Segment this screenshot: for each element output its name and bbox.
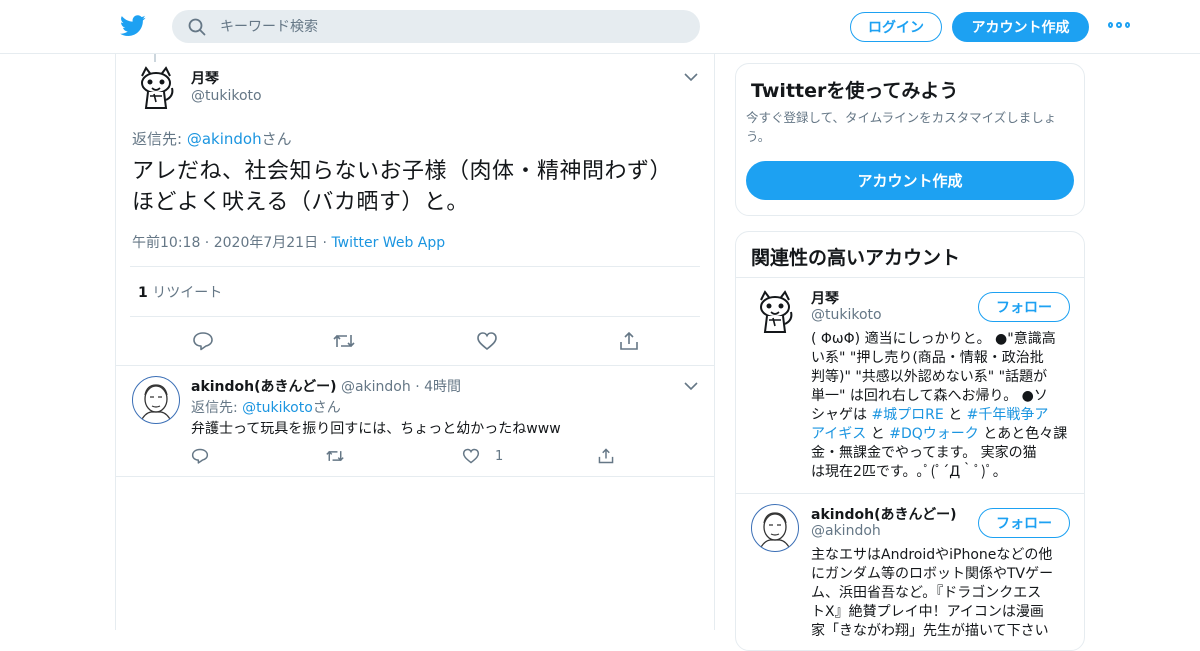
avatar-akindoh[interactable] [132, 376, 180, 424]
signup-card-title: Twitterを使ってみよう [751, 80, 959, 102]
hashtag-link[interactable]: #DQウォーク [889, 426, 979, 442]
login-button[interactable]: ログイン [850, 12, 942, 42]
reply-author-name[interactable]: akindoh(あきんどー) [191, 379, 337, 395]
account-name[interactable]: akindoh(あきんどー) [811, 504, 957, 524]
divider [116, 476, 714, 477]
bio-line: シャゲは #城プロRE と #千年戦争ア [811, 406, 1079, 425]
bio-line: トX』絶賛プレイ中！アイコンは漫画 [811, 604, 1044, 620]
reply-suffix: さん [312, 400, 341, 416]
account-handle[interactable]: @akindoh [811, 523, 881, 539]
like-icon[interactable] [461, 447, 481, 465]
reply-time[interactable]: 4時間 [424, 379, 461, 395]
hashtag-link[interactable]: #城プロRE [871, 407, 943, 423]
reply-icon[interactable] [192, 330, 214, 352]
bio-text: と [870, 426, 885, 442]
chevron-down-icon[interactable] [684, 381, 698, 391]
reply-prefix: 返信先: [132, 130, 187, 148]
account-handle[interactable]: @tukikoto [811, 307, 882, 323]
bio-line: アイギス と #DQウォーク とあと色々課 [811, 425, 1079, 444]
chevron-down-icon[interactable] [684, 72, 698, 82]
face-avatar-icon [140, 384, 172, 422]
bio-line: 金・無課金でやってます。 実家の猫 [811, 445, 1037, 461]
cat-avatar-icon [141, 66, 174, 109]
share-icon[interactable] [597, 447, 615, 465]
top-bar: ログイン アカウント作成 [0, 0, 1200, 54]
bio-line: 単一" は回れ右して森へお帰り。 ●ソ [811, 388, 1048, 404]
hashtag-link[interactable]: アイギス [811, 426, 866, 442]
retweet-icon[interactable] [325, 447, 345, 465]
timeline-column: 月琴 @tukikoto 返信先: @akindohさん アレだね、社会知らない… [115, 54, 715, 630]
reply-prefix: 返信先: [191, 400, 243, 416]
bio-line: い系" "押し売り(商品・情報・政治批 [811, 350, 1044, 366]
like-count: 1 [495, 448, 504, 464]
retweet-label: リツイート [152, 285, 223, 301]
signup-card: Twitterを使ってみよう 今すぐ登録して、タイムラインをカスタマイズしましょ… [735, 63, 1085, 216]
avatar-tukikoto[interactable] [132, 64, 180, 112]
reply-suffix: さん [261, 130, 292, 148]
signup-description-line: 今すぐ登録して、タイムラインをカスタマイズしましょ [746, 110, 1057, 125]
face-avatar-icon [759, 512, 791, 550]
reply-like-action[interactable]: 1 [461, 447, 503, 465]
search-icon [188, 18, 206, 35]
bio-line: にガンダム等のロボット関係やTVゲー [811, 566, 1054, 582]
account-name[interactable]: 月琴 [811, 288, 839, 308]
account-bio: ( ΦωΦ) 適当にしっかりと。 ●"意識高 い系" "押し売り(商品・情報・政… [811, 330, 1079, 482]
signup-button[interactable]: アカウント作成 [952, 12, 1089, 42]
search-input[interactable] [220, 18, 660, 35]
reply-author-handle[interactable]: @akindoh [341, 379, 411, 395]
tweet-date[interactable]: 2020年7月21日 [214, 235, 318, 251]
reply-header: akindoh(あきんどー) @akindoh · 4時間 [191, 379, 462, 395]
tweet-text-line: ほどよく吠える（バカ晒す）と。 [132, 190, 469, 215]
reply-to-link[interactable]: @akindoh [187, 130, 262, 148]
divider [736, 493, 1084, 494]
related-accounts-card: 関連性の高いアカウント 月琴 @tukikoto フォロー ( ΦωΦ) 適当に… [735, 231, 1085, 651]
related-card-title: 関連性の高いアカウント [751, 247, 961, 269]
tweet-text: アレだね、社会知らないお子様（肉体・精神問わず） ほどよく吠える（バカ晒す）と。 [132, 156, 672, 218]
follow-button[interactable]: フォロー [978, 508, 1070, 538]
bio-text: シャゲは [811, 407, 872, 423]
avatar-akindoh[interactable] [751, 504, 799, 552]
tweet-author-handle[interactable]: @tukikoto [191, 88, 262, 104]
reply-context: 返信先: @akindohさん [132, 128, 292, 149]
divider [130, 266, 700, 267]
bio-text: と [948, 407, 963, 423]
signup-card-description: 今すぐ登録して、タイムラインをカスタマイズしましょ う。 [746, 108, 1056, 146]
follow-button[interactable]: フォロー [978, 292, 1070, 322]
reply-to-link[interactable]: @tukikoto [242, 400, 313, 416]
bio-line: 主なエサはAndroidやiPhoneなどの他 [811, 547, 1053, 563]
cat-avatar-icon [760, 290, 793, 333]
tweet-source[interactable]: Twitter Web App [331, 235, 445, 251]
tweet-author-name[interactable]: 月琴 [191, 68, 219, 88]
search-bar[interactable] [172, 10, 700, 43]
bio-line: 判等)" "共感以外認めない系" "話題が [811, 369, 1048, 385]
bio-line: ( ΦωΦ) 適当にしっかりと。 ●"意識高 [811, 331, 1056, 347]
bio-text: とあと色々課 [983, 426, 1068, 442]
bio-line: ム、浜田省吾など。『ドラゴンクエス [811, 585, 1042, 601]
signup-card-button[interactable]: アカウント作成 [746, 161, 1074, 200]
like-icon[interactable] [476, 330, 498, 352]
divider [736, 277, 1084, 278]
retweet-stats[interactable]: 1 リツイート [138, 282, 222, 302]
bio-line: は現在2匹です。｡ﾟ(ﾟ´Д｀ﾟ)ﾟ｡ [811, 464, 1000, 480]
tweet-metadata: 午前10:18 · 2020年7月21日 · Twitter Web App [132, 235, 446, 251]
tweet-time[interactable]: 午前10:18 [132, 235, 200, 251]
signup-description-line: う。 [746, 129, 771, 144]
reply-icon[interactable] [191, 447, 209, 465]
reply-text: 弁護士って玩具を振り回すには、ちょっと幼かったねwww [191, 421, 561, 437]
divider [130, 316, 700, 317]
divider [116, 365, 714, 366]
thread-line [154, 54, 156, 62]
bio-line: 家「きながわ翔」先生が描いて下さい [811, 623, 1049, 639]
tweet-text-line: アレだね、社会知らないお子様（肉体・精神問わず） [132, 159, 673, 184]
twitter-logo-icon[interactable] [120, 14, 146, 38]
more-options-icon[interactable] [1108, 22, 1130, 30]
hashtag-link[interactable]: #千年戦争ア [967, 407, 1049, 423]
account-bio: 主なエサはAndroidやiPhoneなどの他 にガンダム等のロボット関係やTV… [811, 546, 1079, 641]
share-icon[interactable] [618, 330, 640, 352]
retweet-icon[interactable] [332, 330, 356, 352]
reply-context: 返信先: @tukikotoさん [191, 397, 341, 417]
retweet-count: 1 [138, 285, 148, 301]
avatar-tukikoto[interactable] [751, 288, 799, 336]
